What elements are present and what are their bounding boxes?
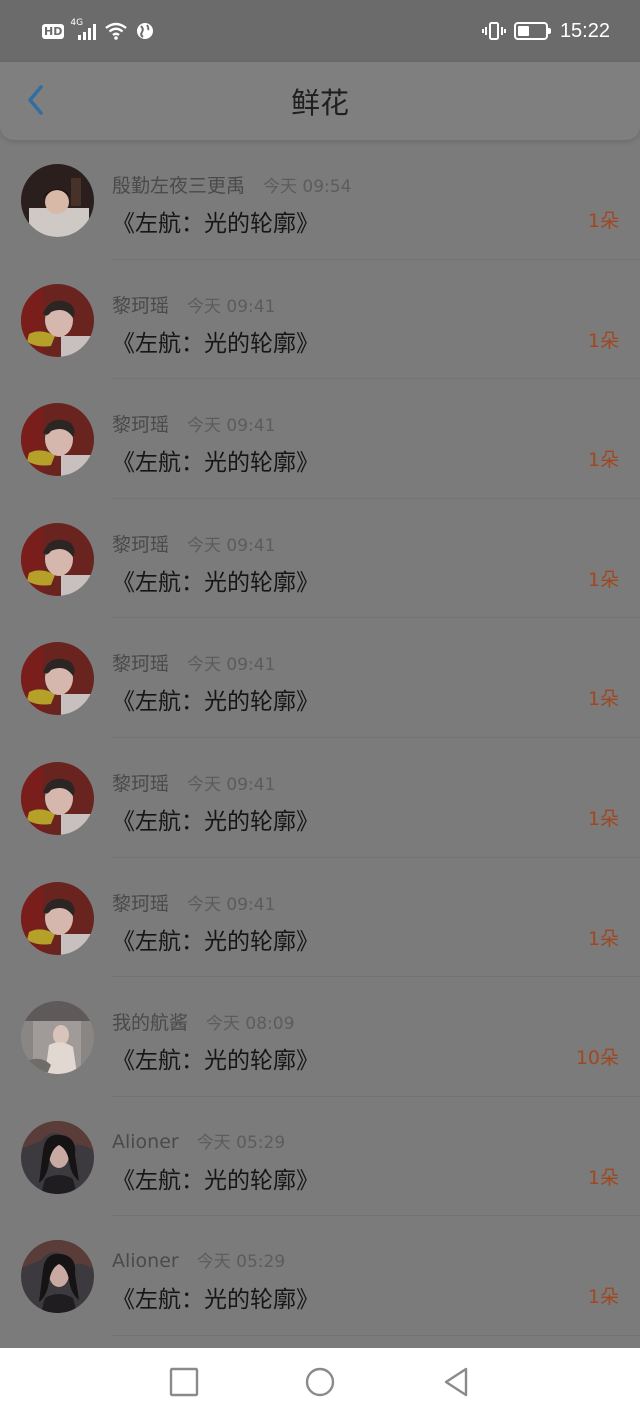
avatar[interactable] [21, 642, 94, 716]
hd-badge: HD [42, 23, 65, 39]
list-item[interactable]: 黎珂瑶 今天 09:41 《左航：光的轮廓》 1朵 [0, 499, 640, 619]
item-meta: 黎珂瑶 今天 09:41 [112, 530, 275, 557]
chevron-left-icon [28, 85, 43, 115]
clock: 15:22 [559, 19, 610, 42]
list-item[interactable]: 殷勤左夜三更禹 今天 09:54 《左航：光的轮廓》 1朵 [0, 140, 640, 260]
status-left: HD 4G [42, 18, 154, 41]
avatar[interactable] [21, 1240, 94, 1314]
flower-count: 1朵 [587, 688, 619, 711]
book-title[interactable]: 《左航：光的轮廓》 [112, 922, 319, 956]
avatar[interactable] [21, 761, 94, 835]
flower-count: 1朵 [587, 927, 619, 950]
list-item[interactable]: 黎珂瑶 今天 09:41 《左航：光的轮廓》 1朵 [0, 618, 640, 738]
sender-name[interactable]: 黎珂瑶 [112, 530, 169, 557]
list-item[interactable]: 黎珂瑶 今天 09:41 《左航：光的轮廓》 1朵 [0, 379, 640, 499]
timestamp: 今天 09:41 [187, 535, 276, 556]
item-meta: 黎珂瑶 今天 09:41 [112, 889, 275, 916]
square-icon[interactable] [168, 1366, 200, 1398]
flower-count: 1朵 [587, 329, 619, 352]
list-item[interactable]: 我的航酱 今天 08:09 《左航：光的轮廓》 10朵 [0, 977, 640, 1097]
timestamp: 今天 09:41 [187, 296, 276, 317]
network-type: 4G [70, 18, 84, 28]
sender-name[interactable]: 黎珂瑶 [112, 291, 169, 318]
book-title[interactable]: 《左航：光的轮廓》 [112, 443, 319, 477]
book-title[interactable]: 《左航：光的轮廓》 [112, 324, 319, 358]
book-title[interactable]: 《左航：光的轮廓》 [112, 682, 319, 716]
triangle-back-icon[interactable] [440, 1366, 472, 1398]
sender-name[interactable]: 殷勤左夜三更禹 [112, 171, 245, 198]
avatar[interactable] [21, 283, 94, 357]
sender-name[interactable]: 黎珂瑶 [112, 410, 169, 437]
avatar[interactable] [21, 164, 94, 237]
avatar[interactable] [21, 1120, 94, 1194]
flower-count: 1朵 [587, 1286, 619, 1309]
list-item[interactable]: 黎珂瑶 今天 09:41 《左航：光的轮廓》 1朵 [0, 738, 640, 858]
item-meta: Alioner 今天 05:29 [112, 1247, 285, 1272]
battery-icon [513, 22, 551, 40]
flower-count: 1朵 [587, 449, 619, 472]
item-meta: 黎珂瑶 今天 09:41 [112, 769, 275, 796]
book-title[interactable]: 《左航：光的轮廓》 [112, 204, 319, 238]
vibrate-icon [481, 22, 506, 40]
divider [112, 1334, 640, 1336]
avatar[interactable] [21, 1001, 94, 1075]
item-meta: 我的航酱 今天 08:09 [112, 1008, 294, 1035]
item-meta: Alioner 今天 05:29 [112, 1128, 285, 1153]
sender-name[interactable]: 我的航酱 [112, 1008, 188, 1035]
item-meta: 黎珂瑶 今天 09:41 [112, 649, 275, 676]
sender-name[interactable]: Alioner [112, 1131, 179, 1153]
signal-icon: 4G [70, 18, 97, 40]
sender-name[interactable]: 黎珂瑶 [112, 889, 169, 916]
flower-count: 1朵 [587, 568, 619, 591]
list-item[interactable]: 黎珂瑶 今天 09:41 《左航：光的轮廓》 1朵 [0, 858, 640, 978]
list-item[interactable]: Alioner 今天 05:29 《左航：光的轮廓》 1朵 [0, 1216, 640, 1336]
list-item[interactable]: Alioner 今天 05:29 《左航：光的轮廓》 1朵 [0, 1097, 640, 1217]
book-title[interactable]: 《左航：光的轮廓》 [112, 1161, 319, 1195]
circle-icon[interactable] [304, 1366, 336, 1398]
sender-name[interactable]: 黎珂瑶 [112, 769, 169, 796]
avatar[interactable] [21, 522, 94, 596]
app-header: 鲜花 [0, 62, 640, 140]
wifi-icon [105, 22, 128, 40]
timestamp: 今天 09:41 [187, 894, 276, 915]
item-meta: 黎珂瑶 今天 09:41 [112, 410, 275, 437]
timestamp: 今天 05:29 [196, 1252, 286, 1273]
flower-count: 1朵 [587, 807, 619, 830]
page-title: 鲜花 [290, 86, 349, 120]
avatar[interactable] [21, 403, 94, 477]
book-title[interactable]: 《左航：光的轮廓》 [112, 802, 319, 836]
system-nav-bar [0, 1348, 640, 1415]
flower-gift-list: 殷勤左夜三更禹 今天 09:54 《左航：光的轮廓》 1朵 黎珂瑶 今天 09:41 《左航… [0, 140, 640, 1336]
flower-count: 1朵 [587, 210, 619, 232]
avatar[interactable] [21, 881, 94, 955]
book-title[interactable]: 《左航：光的轮廓》 [112, 1280, 319, 1314]
flower-count: 1朵 [587, 1166, 619, 1189]
globe-icon [137, 23, 154, 39]
timestamp: 今天 09:54 [263, 177, 352, 197]
timestamp: 今天 09:41 [187, 416, 276, 437]
flower-count: 10朵 [575, 1047, 619, 1070]
timestamp: 今天 09:41 [187, 655, 276, 676]
timestamp: 今天 08:09 [206, 1014, 295, 1035]
item-meta: 黎珂瑶 今天 09:41 [112, 291, 275, 318]
status-right: 15:22 [481, 19, 610, 43]
back-button[interactable] [18, 82, 54, 118]
sender-name[interactable]: Alioner [112, 1250, 179, 1272]
sender-name[interactable]: 黎珂瑶 [112, 649, 169, 676]
list-item[interactable]: 黎珂瑶 今天 09:41 《左航：光的轮廓》 1朵 [0, 260, 640, 380]
timestamp: 今天 05:29 [196, 1132, 286, 1153]
item-meta: 殷勤左夜三更禹 今天 09:54 [112, 171, 351, 198]
book-title[interactable]: 《左航：光的轮廓》 [112, 1041, 319, 1075]
book-title[interactable]: 《左航：光的轮廓》 [112, 563, 319, 597]
status-bar: HD 4G 15:22 [0, 0, 640, 62]
timestamp: 今天 09:41 [187, 774, 276, 795]
